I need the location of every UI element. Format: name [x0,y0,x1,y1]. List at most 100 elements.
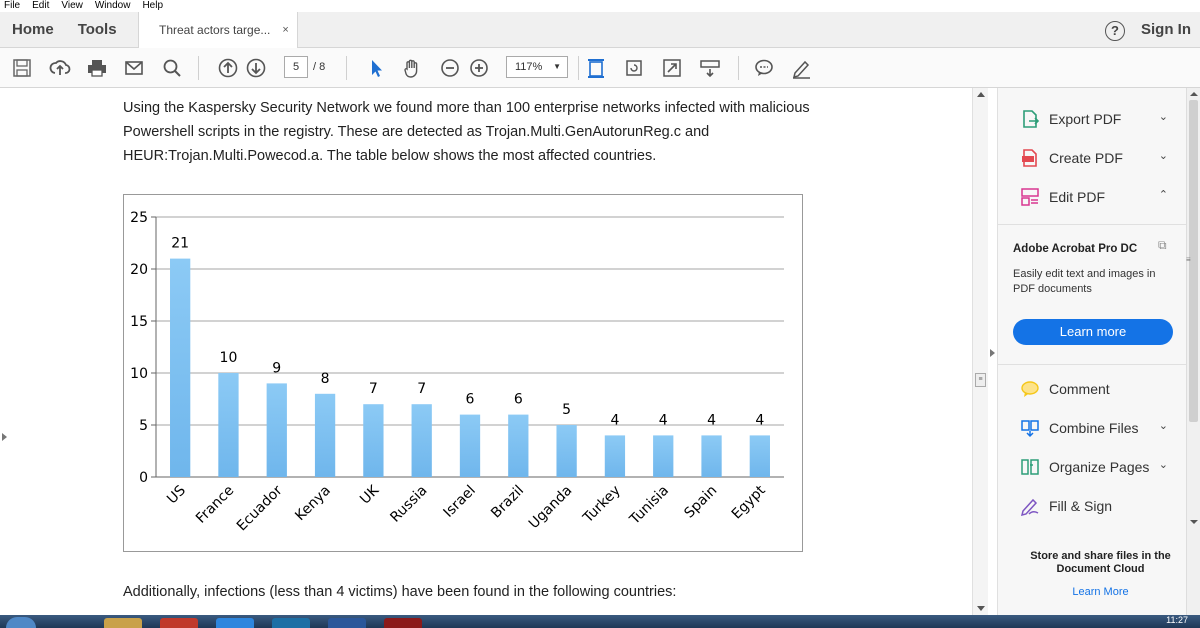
data-label: 7 [417,381,426,397]
bar-chart: 0 5 10 15 20 25 21 US 10 France 9 Ecuador 8 Kenya 7 UK 7… [123,194,803,552]
x-tick-label: Egypt [729,482,769,522]
help-icon[interactable]: ? [1105,21,1125,41]
pane-grip-icon[interactable]: ≡ [1186,255,1191,264]
comment-icon[interactable] [752,56,776,80]
chevron-down-icon[interactable]: ⌄ [1159,110,1168,123]
x-tick-label: US [164,482,189,507]
read-mode-icon[interactable] [698,56,722,80]
tools-pane-scrollbar[interactable] [1186,88,1200,615]
fill-sign-icon [1020,496,1040,516]
tool-label: Comment [1049,381,1110,397]
sign-icon[interactable] [789,56,813,80]
menu-bar: File Edit View Window Help [0,0,1200,12]
page-number-input[interactable]: 5 [284,56,308,78]
scroll-down-icon[interactable] [977,606,985,611]
tool-fill-sign[interactable]: Fill & Sign [1020,494,1180,518]
x-tick-label: Israel [440,483,478,521]
document-cloud-text: Store and share files in the Document Cl… [1030,550,1171,575]
comment-icon [1020,379,1040,399]
data-label: 4 [659,412,668,428]
taskbar-app-explorer[interactable] [104,618,142,628]
tool-create-pdf[interactable]: Create PDF ⌄ [1020,146,1180,170]
data-label: 9 [272,360,281,376]
start-button[interactable] [6,617,36,628]
x-tick-label: Ecuador [234,482,286,534]
tab-document-title: Threat actors targe... [159,23,271,37]
splitter-grip-icon[interactable]: ≡ [975,373,986,387]
expand-arrow-icon [2,433,7,441]
tool-edit-pdf[interactable]: Edit PDF ⌃ [1020,185,1180,209]
hand-icon[interactable] [400,56,424,80]
tab-tools[interactable]: Tools [66,12,129,48]
create-pdf-icon [1020,148,1040,168]
menu-file[interactable]: File [4,0,20,12]
left-panel-toggle[interactable] [0,88,8,615]
zoom-out-icon[interactable] [438,56,462,80]
sign-in-button[interactable]: Sign In [1141,12,1191,48]
scroll-up-icon[interactable] [977,92,985,97]
bar [701,435,722,477]
x-tick-label: Turkey [580,483,624,527]
tool-label: Fill & Sign [1049,498,1113,514]
bar [653,435,674,477]
learn-more-button[interactable]: Learn more [1013,319,1173,345]
y-tick-label: 15 [130,314,148,330]
bar [363,404,384,477]
tool-label: Combine Files [1049,420,1139,436]
tool-export-pdf[interactable]: Export PDF ⌄ [1020,107,1180,131]
bar [749,435,770,477]
print-icon[interactable] [85,56,109,80]
menu-window[interactable]: Window [95,0,131,12]
data-label: 10 [220,350,238,366]
tab-home[interactable]: Home [0,12,66,48]
page-up-icon[interactable] [216,56,240,80]
menu-help[interactable]: Help [142,0,163,12]
copy-icon[interactable]: ⧉ [1158,238,1167,253]
taskbar-app-skype[interactable] [216,618,254,628]
zoom-select[interactable]: 117% ▼ [506,56,568,78]
bar [459,414,481,477]
taskbar-clock: 11:27 [1166,615,1188,625]
rotate-icon[interactable] [622,56,646,80]
taskbar-app-acrobat[interactable] [384,618,422,628]
zoom-in-icon[interactable] [467,56,491,80]
bar [604,435,626,477]
document-paragraph-2: Additionally, infections (less than 4 vi… [123,584,677,600]
chevron-down-icon[interactable]: ⌄ [1159,419,1168,432]
taskbar-app-browser[interactable] [160,618,198,628]
taskbar-app-word[interactable] [328,618,366,628]
tool-organize-pages[interactable]: Organize Pages ⌄ [1020,455,1180,479]
select-arrow-icon[interactable] [364,56,388,80]
learn-more-link[interactable]: Learn More [1013,586,1188,598]
fullscreen-icon[interactable] [660,56,684,80]
document-scrollbar[interactable]: ≡ [972,88,988,615]
fit-page-icon[interactable] [584,56,608,80]
chevron-down-icon[interactable]: ⌄ [1159,458,1168,471]
scroll-up-icon[interactable] [1190,92,1198,96]
scroll-down-icon[interactable] [1190,520,1198,524]
y-tick-label: 25 [130,210,148,226]
page-down-icon[interactable] [244,56,268,80]
search-icon[interactable] [160,56,184,80]
x-tick-label: Kenya [292,483,334,525]
promo-title: Adobe Acrobat Pro DC [1013,243,1138,255]
promo-text: Easily edit text and images in PDF docum… [1013,268,1156,295]
bar [556,425,577,477]
tab-document[interactable]: Threat actors targe... × [138,12,298,48]
menu-edit[interactable]: Edit [32,0,49,12]
taskbar-app-outlook[interactable] [272,618,310,628]
bar [266,383,287,477]
tab-bar: Home Tools Threat actors targe... × ? Si… [0,12,1200,48]
collapse-pane-icon[interactable] [990,349,995,357]
tool-combine-files[interactable]: Combine Files ⌄ [1020,416,1180,440]
upload-icon[interactable] [48,56,72,80]
close-icon[interactable]: × [282,24,288,36]
tool-comment[interactable]: Comment [1020,377,1180,401]
chevron-up-icon[interactable]: ⌃ [1159,188,1168,201]
x-tick-label: Uganda [526,483,576,533]
menu-view[interactable]: View [61,0,83,12]
email-icon[interactable] [122,56,146,80]
save-icon[interactable] [10,56,34,80]
toolbar: 5 / 8 117% ▼ [0,48,1200,88]
chevron-down-icon[interactable]: ⌄ [1159,149,1168,162]
